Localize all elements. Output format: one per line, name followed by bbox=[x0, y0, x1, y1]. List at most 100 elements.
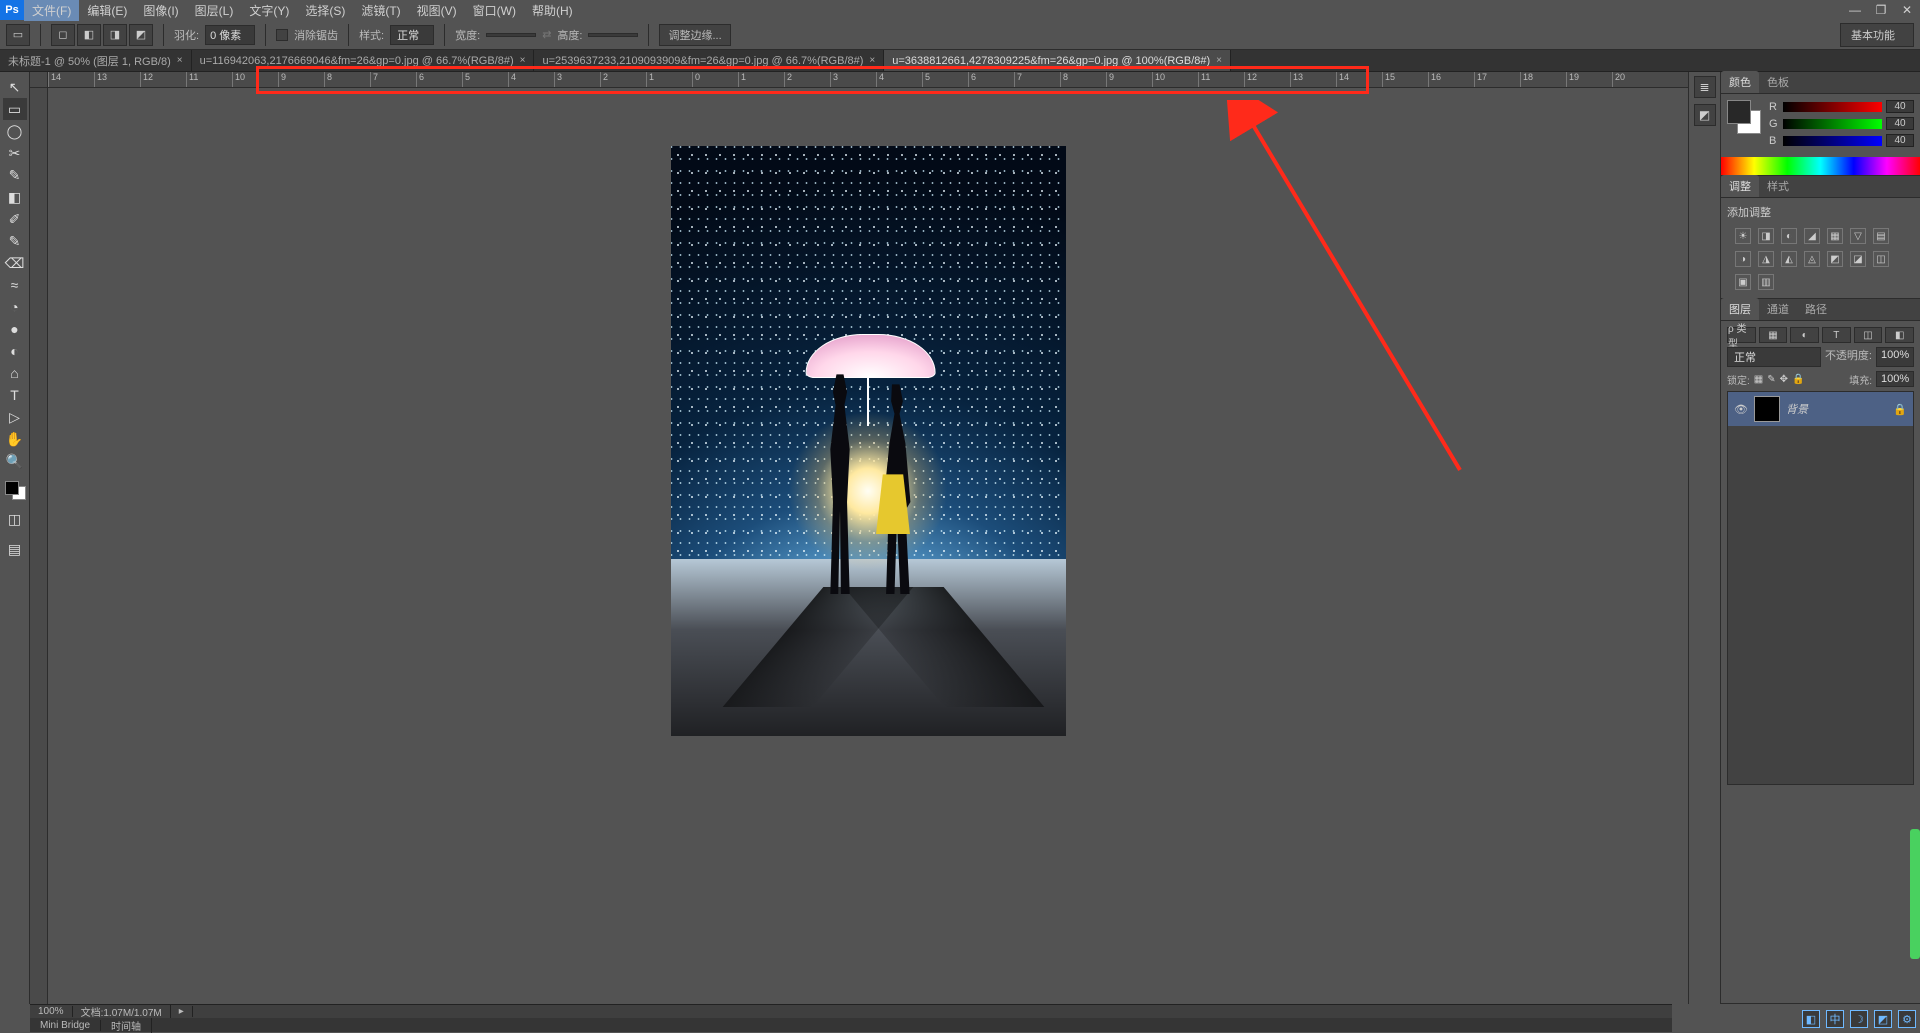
tool-button[interactable]: ✋ bbox=[3, 428, 27, 450]
adjustment-icon[interactable]: ◩ bbox=[1827, 251, 1843, 267]
tab-color[interactable]: 颜色 bbox=[1721, 71, 1759, 93]
adjustment-icon[interactable]: ◮ bbox=[1758, 251, 1774, 267]
tool-button[interactable]: ⌫ bbox=[3, 252, 27, 274]
tool-button[interactable]: ⌂ bbox=[3, 362, 27, 384]
tool-button[interactable]: ✎ bbox=[3, 164, 27, 186]
refine-edge-button[interactable]: 调整边缘... bbox=[659, 24, 730, 46]
adjustment-icon[interactable]: ◫ bbox=[1873, 251, 1889, 267]
adjustment-icon[interactable]: ▽ bbox=[1850, 228, 1866, 244]
lock-image-icon[interactable]: ✎ bbox=[1767, 374, 1775, 385]
layer-filter-i3[interactable]: T bbox=[1822, 327, 1851, 343]
adjustment-icon[interactable]: ◭ bbox=[1781, 251, 1797, 267]
marquee-add-icon[interactable]: ◧ bbox=[77, 24, 101, 46]
g-value[interactable]: 40 bbox=[1886, 117, 1914, 130]
tab-channels[interactable]: 通道 bbox=[1759, 298, 1797, 320]
panel-scrollbar[interactable] bbox=[1910, 829, 1920, 959]
tool-button[interactable]: ▷ bbox=[3, 406, 27, 428]
tool-button[interactable]: T bbox=[3, 384, 27, 406]
opacity-value[interactable]: 100% bbox=[1876, 347, 1914, 367]
zoom-level[interactable]: 100% bbox=[30, 1006, 73, 1017]
menu-item[interactable]: 滤镜(T) bbox=[353, 0, 408, 21]
adjustment-icon[interactable]: ◑ bbox=[1735, 251, 1751, 267]
tool-button[interactable]: ▭ bbox=[3, 98, 27, 120]
adjustment-icon[interactable]: ◐ bbox=[1781, 228, 1797, 244]
tool-button[interactable]: ▤ bbox=[3, 538, 27, 560]
canvas-image[interactable] bbox=[671, 146, 1066, 736]
adjustment-icon[interactable]: ◢ bbox=[1804, 228, 1820, 244]
menu-item[interactable]: 文件(F) bbox=[24, 0, 79, 21]
foreground-background-swatch[interactable] bbox=[4, 478, 26, 500]
tab-paths[interactable]: 路径 bbox=[1797, 298, 1835, 320]
menu-item[interactable]: 编辑(E) bbox=[79, 0, 135, 21]
menu-item[interactable]: 窗口(W) bbox=[465, 0, 524, 21]
g-slider[interactable] bbox=[1783, 119, 1882, 129]
tool-button[interactable]: ◯ bbox=[3, 120, 27, 142]
adjustment-icon[interactable]: ▤ bbox=[1873, 228, 1889, 244]
adjustment-icon[interactable]: ▣ bbox=[1735, 274, 1751, 290]
tool-button[interactable]: ✎ bbox=[3, 230, 27, 252]
menu-item[interactable]: 帮助(H) bbox=[524, 0, 581, 21]
layer-filter-i1[interactable]: ▦ bbox=[1759, 327, 1788, 343]
color-spectrum[interactable] bbox=[1721, 157, 1920, 175]
b-value[interactable]: 40 bbox=[1886, 134, 1914, 147]
history-panel-icon[interactable]: ≣ bbox=[1694, 76, 1716, 98]
tool-button[interactable]: ◧ bbox=[3, 186, 27, 208]
r-value[interactable]: 40 bbox=[1886, 100, 1914, 113]
marquee-new-icon[interactable]: ◻ bbox=[51, 24, 75, 46]
tool-button[interactable]: ◫ bbox=[3, 508, 27, 530]
menu-item[interactable]: 文字(Y) bbox=[241, 0, 297, 21]
tool-button[interactable]: ✂ bbox=[3, 142, 27, 164]
lock-transparent-icon[interactable]: ▦ bbox=[1754, 374, 1763, 385]
adjustment-icon[interactable]: ☀ bbox=[1735, 228, 1751, 244]
width-input[interactable] bbox=[486, 33, 536, 37]
window-maximize-button[interactable]: ❐ bbox=[1868, 0, 1894, 20]
tab-timeline[interactable]: 时间轴 bbox=[101, 1018, 152, 1033]
tab-layers[interactable]: 图层 bbox=[1721, 298, 1759, 320]
notification-icon[interactable]: 中 bbox=[1826, 1010, 1844, 1028]
tool-button[interactable]: ✐ bbox=[3, 208, 27, 230]
notification-icon[interactable]: ☽ bbox=[1850, 1010, 1868, 1028]
tab-close-icon[interactable]: × bbox=[177, 55, 183, 66]
layer-filter-kind[interactable]: ρ 类型 bbox=[1727, 327, 1756, 343]
tab-close-icon[interactable]: × bbox=[520, 55, 526, 66]
layer-filter-i2[interactable]: ◐ bbox=[1790, 327, 1819, 343]
document-tab[interactable]: 未标题-1 @ 50% (图层 1, RGB/8)× bbox=[0, 50, 192, 71]
layer-visibility-icon[interactable]: 👁 bbox=[1734, 403, 1748, 416]
style-select[interactable]: 正常 bbox=[390, 25, 434, 45]
window-minimize-button[interactable]: — bbox=[1842, 0, 1868, 20]
fill-value[interactable]: 100% bbox=[1876, 371, 1914, 387]
feather-input[interactable]: 0 像素 bbox=[205, 25, 255, 45]
status-arrow-icon[interactable]: ▸ bbox=[171, 1006, 193, 1017]
menu-item[interactable]: 视图(V) bbox=[409, 0, 465, 21]
notification-icon[interactable]: ⚙ bbox=[1898, 1010, 1916, 1028]
layer-thumbnail[interactable] bbox=[1754, 396, 1780, 422]
adjustment-icon[interactable]: ◬ bbox=[1804, 251, 1820, 267]
b-slider[interactable] bbox=[1783, 136, 1882, 146]
menu-item[interactable]: 选择(S) bbox=[297, 0, 353, 21]
marquee-subtract-icon[interactable]: ◨ bbox=[103, 24, 127, 46]
tool-preset-icon[interactable]: ▭ bbox=[6, 24, 30, 46]
adjustment-icon[interactable]: ▦ bbox=[1827, 228, 1843, 244]
tab-swatches[interactable]: 色板 bbox=[1759, 71, 1797, 93]
tool-button[interactable]: 🔍 bbox=[3, 450, 27, 472]
tab-close-icon[interactable]: × bbox=[1216, 55, 1222, 66]
tool-button[interactable]: ≈ bbox=[3, 274, 27, 296]
tab-close-icon[interactable]: × bbox=[869, 55, 875, 66]
height-input[interactable] bbox=[588, 33, 638, 37]
antialias-checkbox[interactable] bbox=[276, 29, 288, 41]
menu-item[interactable]: 图像(I) bbox=[135, 0, 186, 21]
properties-panel-icon[interactable]: ◩ bbox=[1694, 104, 1716, 126]
foreground-color-swatch[interactable] bbox=[1727, 100, 1751, 124]
workspace-switcher[interactable]: 基本功能 bbox=[1840, 23, 1914, 47]
window-close-button[interactable]: ✕ bbox=[1894, 0, 1920, 20]
tool-button[interactable]: ◐ bbox=[3, 340, 27, 362]
menu-item[interactable]: 图层(L) bbox=[187, 0, 242, 21]
notification-icon[interactable]: ◧ bbox=[1802, 1010, 1820, 1028]
layer-filter-i5[interactable]: ◧ bbox=[1885, 327, 1914, 343]
tab-styles[interactable]: 样式 bbox=[1759, 175, 1797, 197]
tool-button[interactable]: ● bbox=[3, 318, 27, 340]
lock-position-icon[interactable]: ✥ bbox=[1780, 374, 1788, 385]
lock-all-icon[interactable]: 🔒 bbox=[1792, 374, 1804, 385]
tool-button[interactable]: ◔ bbox=[3, 296, 27, 318]
notification-icon[interactable]: ◩ bbox=[1874, 1010, 1892, 1028]
